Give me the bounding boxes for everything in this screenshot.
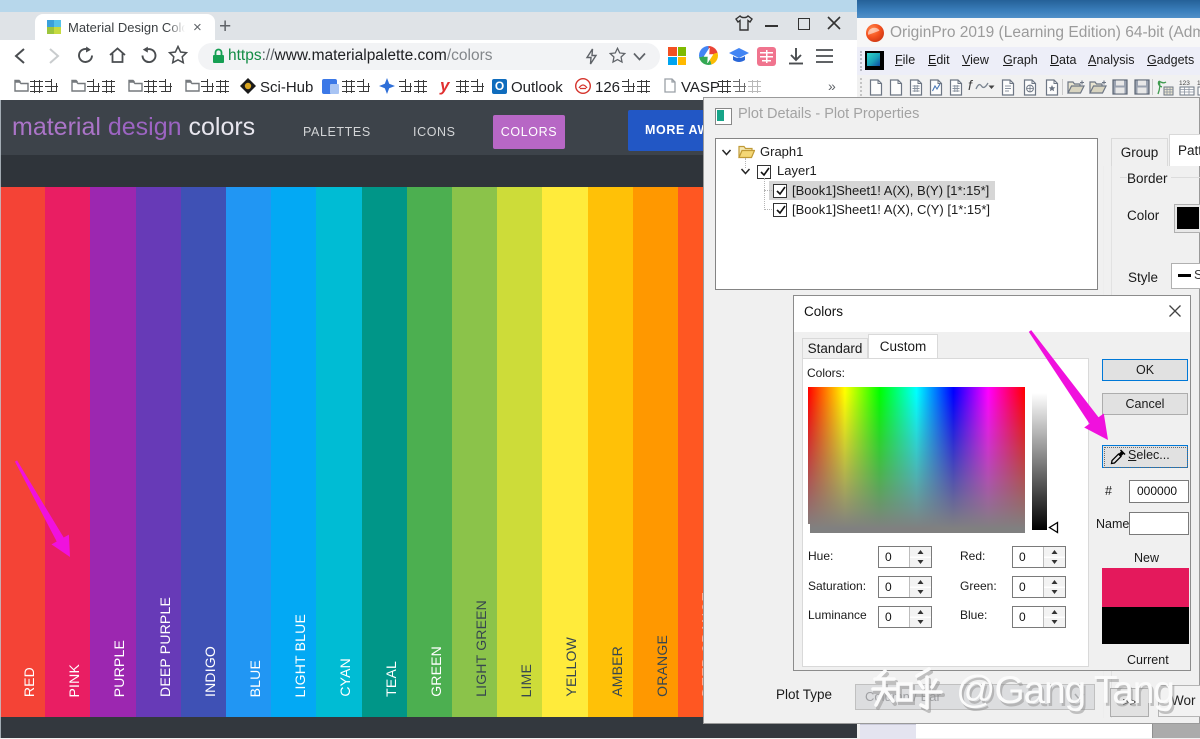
svg-text:@Gang Tang: @Gang Tang bbox=[956, 669, 1174, 712]
